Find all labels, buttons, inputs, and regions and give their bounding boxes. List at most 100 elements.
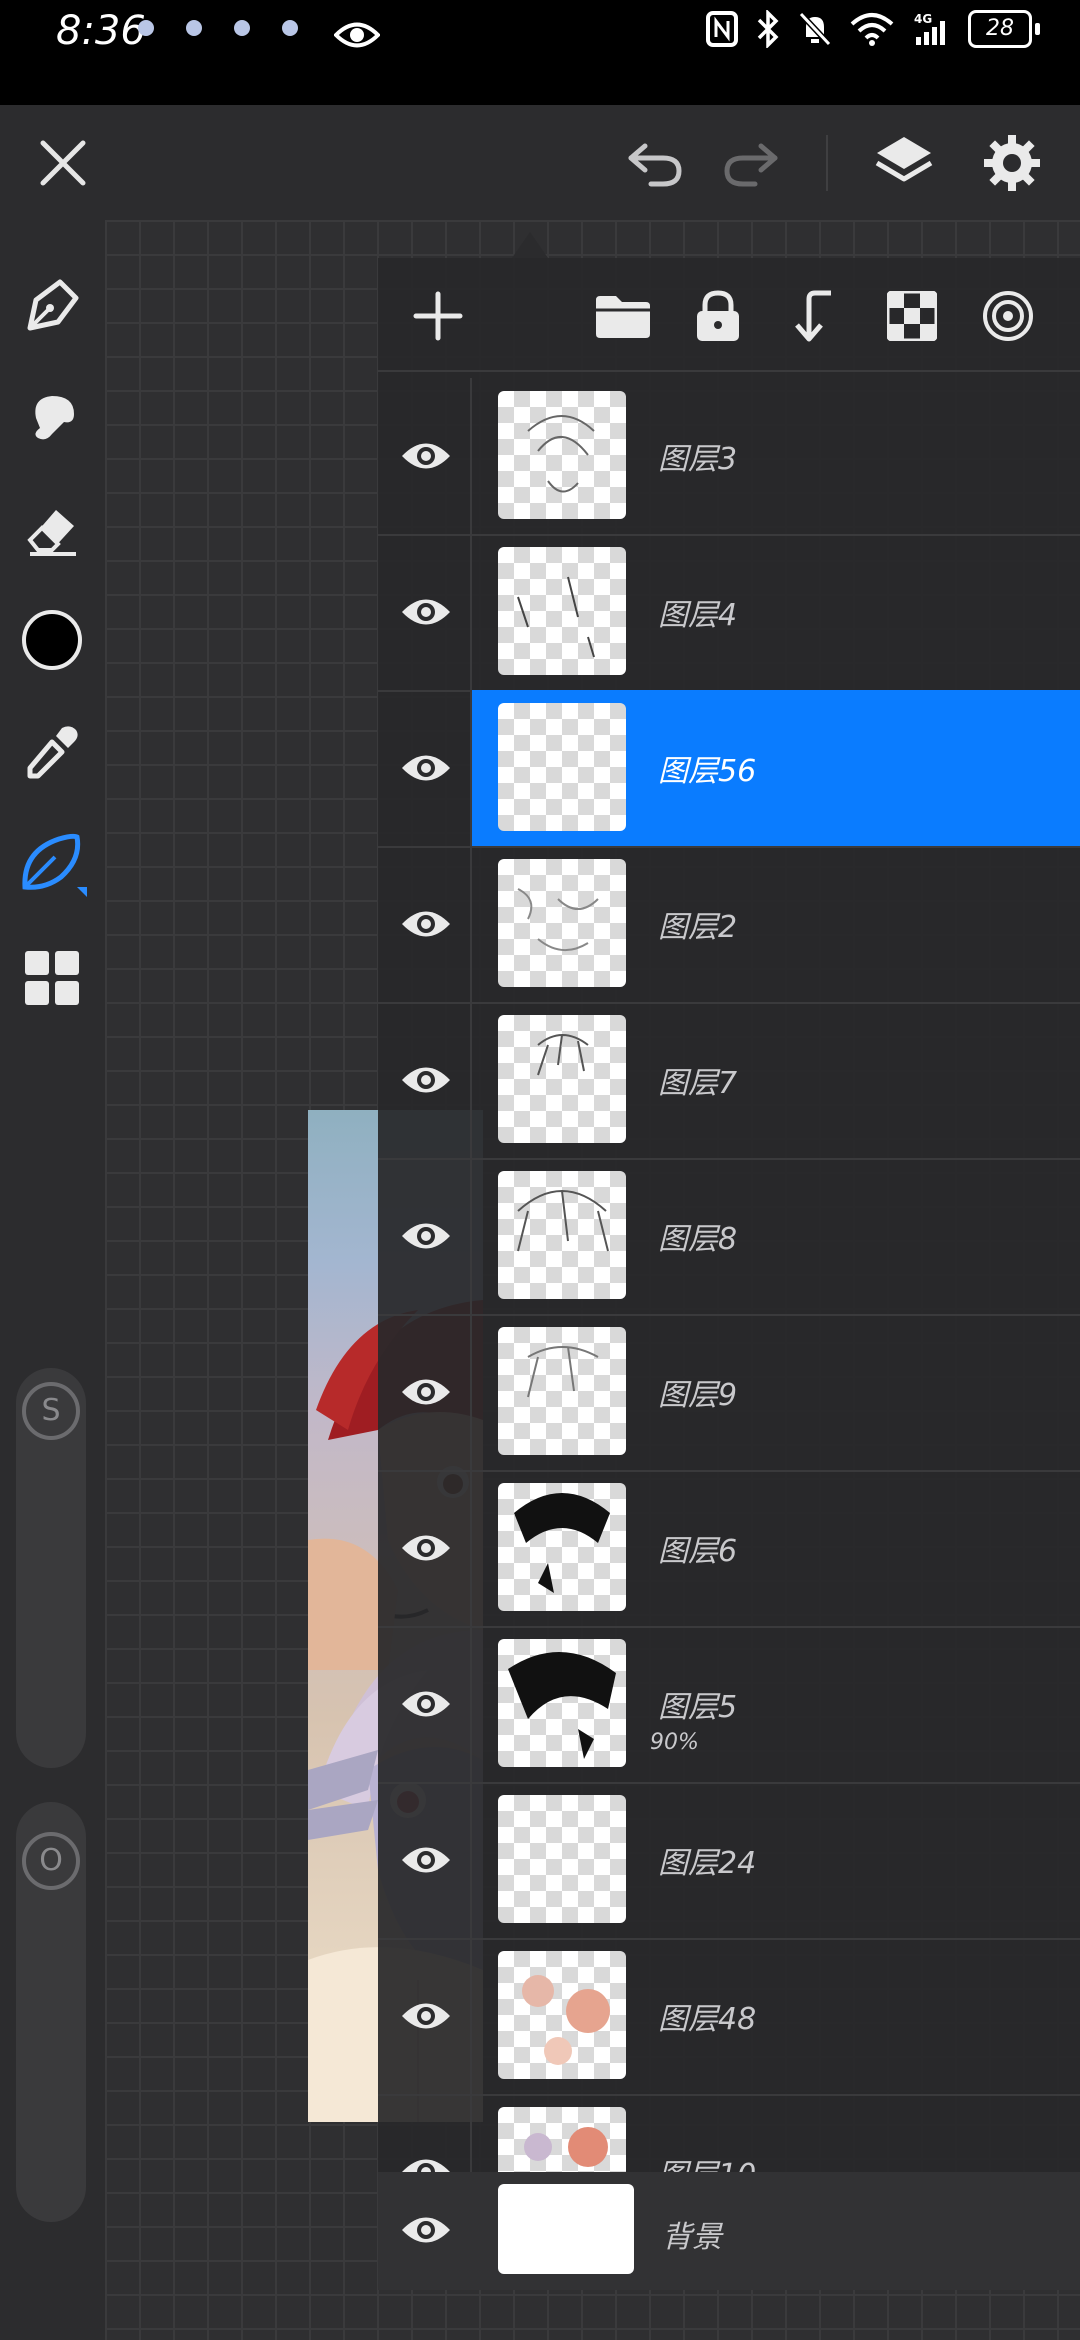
layer-visibility-toggle[interactable] xyxy=(396,1988,456,2044)
eraser-tool-button[interactable] xyxy=(18,496,86,564)
layer-group-button[interactable] xyxy=(590,286,656,346)
thumbnail-sketch xyxy=(524,2127,608,2167)
eye-icon xyxy=(402,755,450,781)
layer-name: 图层6 xyxy=(658,1534,738,1569)
layer-name: 图层5 xyxy=(658,1690,738,1725)
layer-name: 图层2 xyxy=(658,910,738,945)
layer-name: 图层48 xyxy=(658,2002,757,2037)
background-layer-row[interactable]: 背景 xyxy=(378,2172,1080,2290)
eye-icon xyxy=(402,443,450,469)
layer-thumbnail xyxy=(498,703,626,831)
wifi-icon xyxy=(850,13,894,46)
grid-icon xyxy=(25,951,79,1005)
layer-row[interactable]: 图层9 xyxy=(378,1314,1080,1472)
thumbnail-sketch xyxy=(527,1346,599,1398)
signal-4g-icon: 4G xyxy=(914,12,945,45)
layer-thumbnail xyxy=(498,1639,626,1767)
layer-thumbnail xyxy=(498,1483,626,1611)
layer-visibility-toggle[interactable] xyxy=(396,584,456,640)
brush-size-slider[interactable]: S xyxy=(16,1368,86,1768)
layer-visibility-toggle[interactable] xyxy=(396,740,456,796)
merge-down-button[interactable] xyxy=(784,286,844,346)
eraser-icon xyxy=(27,510,76,556)
layer-properties-button[interactable] xyxy=(978,286,1038,346)
layer-row[interactable]: 图层4 xyxy=(378,534,1080,692)
eye-icon xyxy=(402,1379,450,1405)
row-divider xyxy=(470,2094,472,2172)
layer-visibility-toggle[interactable] xyxy=(396,428,456,484)
row-divider xyxy=(470,378,472,534)
target-icon xyxy=(983,291,1033,341)
layers-list[interactable]: 图层3图层4 图层56 图层2 图层7 图层8 图层9 图层6 图层590% 图层24 图层48 图… xyxy=(378,378,1080,2172)
svg-text:4G: 4G xyxy=(914,12,932,26)
layer-name: 图层8 xyxy=(658,1222,738,1257)
toolbar-divider xyxy=(826,135,828,191)
layers-panel: 图层3图层4 图层56 图层2 图层7 图层8 图层9 图层6 图层590% 图层24 图层48 图… xyxy=(378,258,1080,2290)
notification-icons xyxy=(138,20,380,50)
eyedropper-button[interactable] xyxy=(18,718,86,786)
smudge-tool-button[interactable] xyxy=(18,384,86,452)
lock-icon xyxy=(697,290,739,341)
layer-name: 图层24 xyxy=(658,1846,757,1881)
redo-icon xyxy=(724,143,778,187)
layer-thumbnail xyxy=(498,1327,626,1455)
layer-visibility-toggle[interactable] xyxy=(396,1208,456,1264)
eye-icon xyxy=(402,1067,450,1093)
notification-icon xyxy=(138,20,154,36)
thumbnail-sketch xyxy=(522,1975,610,2065)
eye-icon xyxy=(402,911,450,937)
redo-button[interactable] xyxy=(718,130,784,196)
layer-name: 图层56 xyxy=(658,754,757,789)
layer-row[interactable]: 图层7 xyxy=(378,1002,1080,1160)
tool-sidebar: S O xyxy=(0,220,105,2340)
layer-row[interactable]: 图层10 xyxy=(378,2094,1080,2172)
background-visibility-toggle[interactable] xyxy=(396,2202,456,2258)
settings-button[interactable] xyxy=(976,127,1048,199)
thumbnail-sketch xyxy=(537,1034,589,1076)
gallery-button[interactable] xyxy=(18,944,86,1012)
layers-button[interactable] xyxy=(868,127,940,199)
layer-thumbnail xyxy=(498,1951,626,2079)
layer-row[interactable]: 图层8 xyxy=(378,1158,1080,1316)
pen-tool-button[interactable] xyxy=(18,272,86,340)
undo-button[interactable] xyxy=(622,130,688,196)
status-time: 8:36 xyxy=(56,8,146,54)
layer-visibility-toggle[interactable] xyxy=(396,1364,456,1420)
eye-icon xyxy=(402,1847,450,1873)
thumbnail-sketch xyxy=(517,576,595,658)
row-divider xyxy=(470,1470,472,1626)
layer-visibility-toggle[interactable] xyxy=(396,1052,456,1108)
layer-row[interactable]: 图层5 90% xyxy=(378,1626,1080,1784)
layer-row[interactable]: 图层2 xyxy=(378,846,1080,1004)
layer-visibility-toggle[interactable] xyxy=(396,896,456,952)
row-divider xyxy=(470,534,472,690)
color-picker-button[interactable] xyxy=(18,606,86,674)
layer-thumbnail xyxy=(498,1015,626,1143)
layer-row[interactable]: 图层56 xyxy=(378,690,1080,848)
layer-visibility-toggle[interactable] xyxy=(396,1676,456,1732)
layer-thumbnail xyxy=(498,547,626,675)
brush-opacity-slider[interactable]: O xyxy=(16,1802,86,2222)
thumbnail-sketch xyxy=(514,1493,610,1593)
thumbnail-sketch xyxy=(517,1190,609,1252)
brush-size-knob[interactable]: S xyxy=(22,1382,80,1440)
layer-visibility-toggle[interactable] xyxy=(396,1832,456,1888)
lock-layer-button[interactable] xyxy=(688,286,748,346)
notification-icon xyxy=(282,20,298,36)
layer-row[interactable]: 图层48 xyxy=(378,1938,1080,2096)
close-button[interactable] xyxy=(30,130,96,196)
layers-panel-pointer xyxy=(512,232,548,258)
layer-visibility-toggle[interactable] xyxy=(396,2144,456,2172)
eye-icon xyxy=(402,2217,450,2243)
layer-visibility-toggle[interactable] xyxy=(396,1520,456,1576)
brush-tool-button[interactable] xyxy=(16,828,88,900)
add-layer-button[interactable] xyxy=(408,286,468,346)
layer-row[interactable]: 图层3 xyxy=(378,378,1080,536)
mute-icon xyxy=(798,11,832,47)
layer-row[interactable]: 图层6 xyxy=(378,1470,1080,1628)
smudge-icon xyxy=(35,396,74,440)
brush-opacity-knob[interactable]: O xyxy=(22,1832,80,1890)
battery-tip xyxy=(1035,23,1040,35)
layer-row[interactable]: 图层24 xyxy=(378,1782,1080,1940)
alpha-lock-button[interactable] xyxy=(882,286,942,346)
